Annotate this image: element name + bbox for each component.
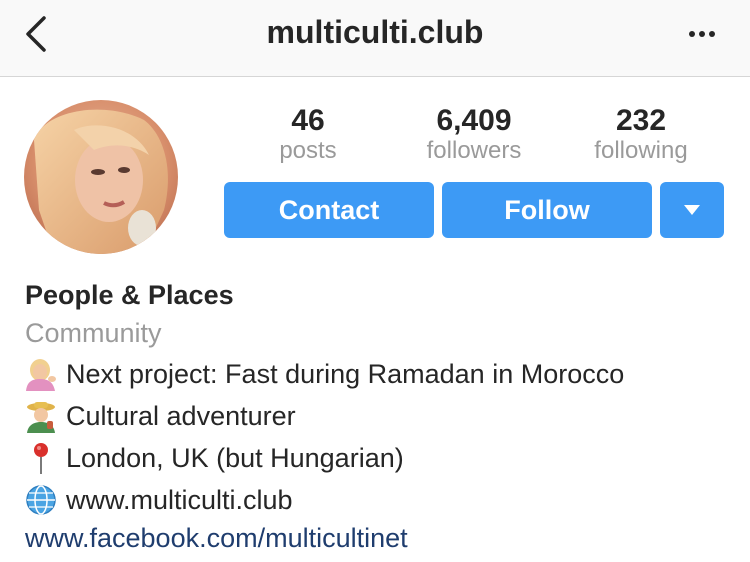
profile-name: People & Places [25,280,234,310]
bio-line-location-text: London, UK (but Hungarian) [66,442,404,473]
bio-line-website: www.multiculti.club [22,482,293,518]
globe-icon [22,482,60,518]
more-horizontal-icon [689,31,715,37]
profile-avatar[interactable] [24,100,178,254]
profile-category: Community [25,318,162,348]
follow-button[interactable]: Follow [442,182,652,238]
bio-line-project-text: Next project: Fast during Ramadan in Mor… [66,358,625,389]
bio-line-adventurer-text: Cultural adventurer [66,400,296,431]
posts-count-label: posts [279,137,337,164]
caret-down-icon [684,205,700,215]
contact-button[interactable]: Contact [224,182,434,238]
followers-count-label: followers [426,137,522,164]
bio-line-adventurer: Cultural adventurer [22,398,296,434]
posts-count-value: 46 [291,104,325,137]
page-title: multiculti.club [266,14,484,50]
farmer-icon [22,398,60,434]
posts-count[interactable]: 46 posts [233,104,383,164]
following-count-label: following [594,137,688,164]
followers-count-value: 6,409 [436,104,512,137]
person-tipping-hand-icon [22,356,60,392]
more-options-button[interactable] [676,22,728,46]
suggestions-dropdown-button[interactable] [660,182,724,238]
followers-count[interactable]: 6,409 followers [399,104,549,164]
round-pushpin-icon [22,440,60,476]
top-navigation-bar: multiculti.club [0,0,750,77]
following-count-value: 232 [615,104,667,137]
bio-line-location: London, UK (but Hungarian) [22,440,404,476]
following-count[interactable]: 232 following [566,104,716,164]
profile-external-link[interactable]: www.facebook.com/multicultinet [25,523,408,554]
bio-line-project: Next project: Fast during Ramadan in Mor… [22,356,624,392]
bio-line-website-text: www.multiculti.club [66,484,293,515]
